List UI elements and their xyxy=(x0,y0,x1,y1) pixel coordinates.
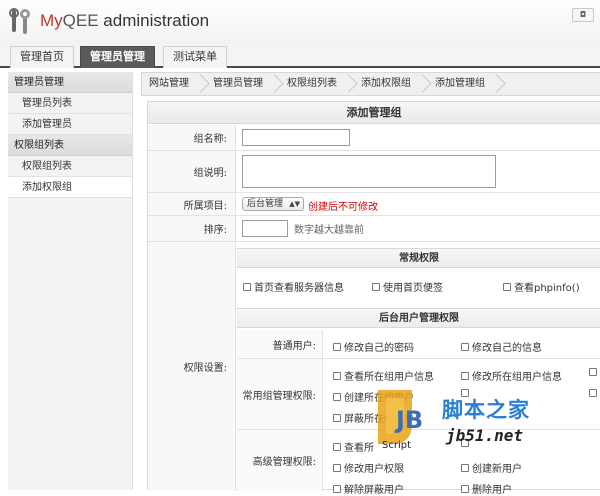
badge-word: Script xyxy=(382,440,411,451)
sidebar: 管理员管理 管理员列表 添加管理员 权限组列表 权限组列表 添加权限组 xyxy=(8,72,133,490)
group-admin-label: 常用组管理权限: xyxy=(237,359,323,429)
perm-label: 删除用户 xyxy=(472,485,512,496)
group-desc-textarea[interactable] xyxy=(242,155,496,188)
badge-letters: JB xyxy=(394,406,423,434)
perm-label: 修改用户权限 xyxy=(344,464,404,475)
perm-checkbox[interactable]: 创建新用户 xyxy=(461,460,522,475)
main-nav: 管理首页 管理员管理 测试菜单 xyxy=(0,44,600,68)
breadcrumb-item[interactable]: 添加权限组 xyxy=(354,73,418,95)
brand-rest: administration xyxy=(98,11,210,30)
perm-checkbox[interactable]: 修改用户权限 xyxy=(333,460,404,475)
perm-checkbox[interactable]: 修改所在组用户信息 xyxy=(461,368,562,383)
app-header: MyQEE administration ◘ xyxy=(0,0,600,44)
breadcrumb-current: 添加管理组 xyxy=(435,78,485,89)
project-row: 所属项目: 后台管理 ▲▼ 创建后不可修改 xyxy=(148,193,600,216)
breadcrumb-item[interactable]: 网站管理 xyxy=(142,73,196,95)
breadcrumb-separator xyxy=(270,73,280,95)
normal-user-label: 普通用户: xyxy=(237,330,323,358)
sidebar-item-add-group[interactable]: 添加权限组 xyxy=(8,177,132,198)
checkbox-icon xyxy=(333,392,341,401)
breadcrumb-item[interactable]: 管理员管理 xyxy=(206,73,270,95)
advanced-admin-label: 高级管理权限: xyxy=(237,430,323,491)
breadcrumb-item[interactable]: 权限组列表 xyxy=(280,73,344,95)
desc-row: 组说明: xyxy=(148,151,600,193)
perm-label: 使用首页便签 xyxy=(383,283,443,294)
sidebar-item-group-list[interactable]: 权限组列表 xyxy=(8,156,132,177)
perm-label: 首页查看服务器信息 xyxy=(254,283,344,294)
checkbox-icon xyxy=(461,371,469,380)
sort-label: 排序: xyxy=(148,216,236,241)
perm-label: 修改自己的密码 xyxy=(344,343,414,354)
breadcrumb: 网站管理 管理员管理 权限组列表 添加权限组 添加管理组 xyxy=(141,72,600,96)
breadcrumb-separator xyxy=(418,73,428,95)
checkbox-icon xyxy=(333,463,341,472)
perm-checkbox[interactable] xyxy=(589,368,600,376)
checkbox-icon xyxy=(243,282,251,291)
project-select[interactable]: 后台管理 ▲▼ xyxy=(242,197,304,211)
perm-checkbox[interactable]: 修改自己的密码 xyxy=(333,339,414,354)
sidebar-group-permissions: 权限组列表 xyxy=(8,135,132,156)
perm-checkbox[interactable]: 首页查看服务器信息 xyxy=(243,279,344,294)
perm-checkbox[interactable]: 删除用户 xyxy=(461,481,512,496)
tab-test-menu[interactable]: 测试菜单 xyxy=(163,46,227,68)
sidebar-item-admin-list[interactable]: 管理员列表 xyxy=(8,93,132,114)
breadcrumb-separator xyxy=(492,73,502,95)
checkbox-icon xyxy=(333,484,341,493)
perm-checkbox[interactable]: 查看phpinfo() xyxy=(503,279,580,294)
project-label: 所属项目: xyxy=(148,193,236,215)
perm-label: 查看phpinfo() xyxy=(514,283,580,294)
checkbox-icon xyxy=(333,413,341,422)
checkbox-icon xyxy=(333,442,341,451)
common-permissions-title: 常规权限 xyxy=(237,248,600,268)
name-row: 组名称: xyxy=(148,125,600,151)
desc-label: 组说明: xyxy=(148,151,236,192)
brand-my: My xyxy=(40,11,63,30)
perm-label: 修改所在组用户信息 xyxy=(472,372,562,383)
perm-checkbox[interactable]: 查看所在组用户信息 xyxy=(333,368,434,383)
perm-label: 创建新用户 xyxy=(472,464,522,475)
brand-qee: QEE xyxy=(62,11,99,30)
window-menu-button[interactable]: ◘ xyxy=(572,8,594,22)
checkbox-icon xyxy=(461,463,469,472)
perm-label: 查看所在组用户信息 xyxy=(344,372,434,383)
project-select-value: 后台管理 xyxy=(247,199,284,209)
sidebar-item-add-admin[interactable]: 添加管理员 xyxy=(8,114,132,135)
chevron-down-icon: ▲▼ xyxy=(289,200,300,208)
wrench-gear-logo-icon xyxy=(9,8,30,34)
watermark-site-url: jb51.net xyxy=(446,426,524,445)
checkbox-icon xyxy=(372,282,380,291)
watermark-site-name: 脚本之家 xyxy=(442,398,530,422)
checkbox-icon xyxy=(461,342,469,351)
perm-label: 解除屏蔽用户 xyxy=(344,485,404,496)
project-warning: 创建后不可修改 xyxy=(308,202,378,213)
perm-checkbox[interactable]: 解除屏蔽用户 xyxy=(333,481,404,496)
sort-row: 排序: 数字越大越靠前 xyxy=(148,216,600,242)
checkbox-icon xyxy=(589,368,597,376)
checkbox-icon xyxy=(333,342,341,351)
tab-admin-management[interactable]: 管理员管理 xyxy=(80,46,155,68)
admin-permissions-title: 后台用户管理权限 xyxy=(237,308,600,328)
name-label: 组名称: xyxy=(148,125,236,150)
sort-hint: 数字越大越靠前 xyxy=(294,225,364,236)
tab-home[interactable]: 管理首页 xyxy=(10,46,74,68)
breadcrumb-separator xyxy=(196,73,206,95)
checkbox-icon xyxy=(503,282,511,291)
perm-checkbox[interactable]: 修改自己的信息 xyxy=(461,339,542,354)
sort-input[interactable] xyxy=(242,220,288,237)
checkbox-icon xyxy=(333,371,341,380)
site-watermark: JB Script 脚本之家 jb51.net xyxy=(360,384,600,454)
checkbox-icon xyxy=(461,484,469,493)
breadcrumb-separator xyxy=(344,73,354,95)
sidebar-group-admins: 管理员管理 xyxy=(8,72,132,93)
group-name-input[interactable] xyxy=(242,129,350,146)
app-title: MyQEE administration xyxy=(40,11,209,31)
jbscript-logo-icon: JB Script xyxy=(378,390,423,451)
perm-label: 修改自己的信息 xyxy=(472,343,542,354)
form-title: 添加管理组 xyxy=(148,102,600,124)
permissions-label: 权限设置: xyxy=(148,242,236,491)
perm-checkbox[interactable]: 使用首页便签 xyxy=(372,279,443,294)
